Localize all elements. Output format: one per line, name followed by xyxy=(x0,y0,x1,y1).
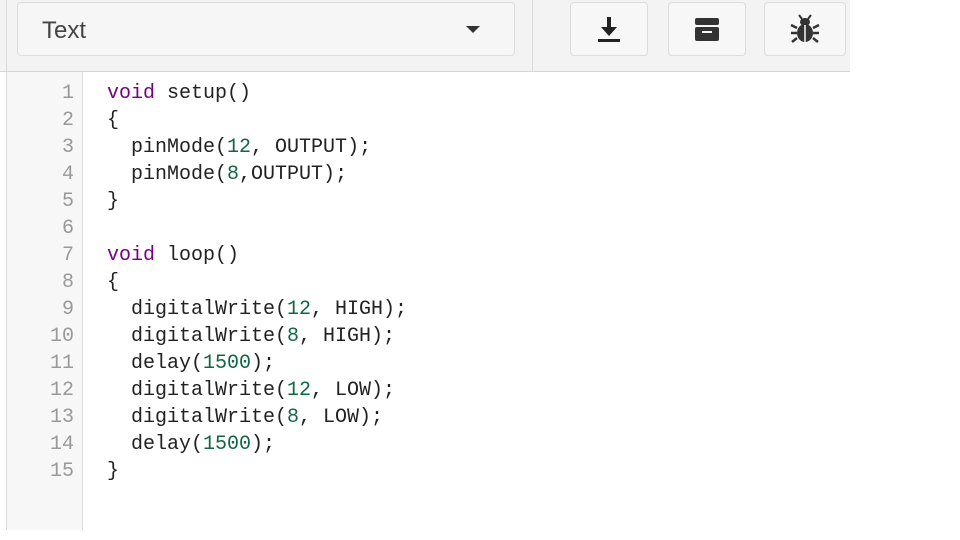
code-token: delay( xyxy=(107,433,204,456)
line-number: 10 xyxy=(49,325,74,348)
code-token: } xyxy=(107,190,120,213)
line-number-gutter: 1 2 3 4 5 6 7 8 9 10 11 12 13 14 15 xyxy=(7,72,83,530)
code-token: ); xyxy=(251,352,276,375)
keyword-token: void xyxy=(107,244,156,267)
editor-mode-dropdown[interactable]: Text xyxy=(17,2,515,56)
line-number: 14 xyxy=(49,433,74,456)
number-token: 1500 xyxy=(203,352,252,375)
code-token: digitalWrite( xyxy=(107,379,288,402)
code-line[interactable]: pinMode(12, OUTPUT); xyxy=(107,134,371,161)
line-number: 3 xyxy=(61,136,74,159)
serial-monitor-icon xyxy=(695,18,719,41)
number-token: 8 xyxy=(287,406,300,429)
debugger-button[interactable] xyxy=(764,2,846,56)
line-number: 8 xyxy=(61,271,74,294)
chevron-down-icon xyxy=(466,26,480,33)
line-number: 1 xyxy=(61,82,74,105)
serial-monitor-button[interactable] xyxy=(668,2,746,56)
code-token: , LOW); xyxy=(299,406,384,429)
number-token: 8 xyxy=(287,325,300,348)
line-number: 5 xyxy=(61,190,74,213)
number-token: 12 xyxy=(287,379,312,402)
code-token: pinMode( xyxy=(107,136,228,159)
line-number: 12 xyxy=(49,379,74,402)
code-token: digitalWrite( xyxy=(107,325,288,348)
code-token: { xyxy=(107,271,120,294)
code-token: setup() xyxy=(155,82,252,105)
editor-mode-label: Text xyxy=(42,17,87,44)
code-line[interactable]: pinMode(8,OUTPUT); xyxy=(107,161,347,188)
number-token: 8 xyxy=(227,163,240,186)
code-line[interactable]: void setup() xyxy=(107,80,251,107)
code-token: loop() xyxy=(155,244,240,267)
panel-edge xyxy=(6,0,7,72)
line-number: 6 xyxy=(61,217,74,240)
number-token: 1500 xyxy=(203,433,252,456)
code-token: digitalWrite( xyxy=(107,298,288,321)
code-token: } xyxy=(107,460,120,483)
code-token: pinMode( xyxy=(107,163,228,186)
line-number: 9 xyxy=(61,298,74,321)
code-token: , HIGH); xyxy=(311,298,408,321)
line-number: 15 xyxy=(49,460,74,483)
toolbar-divider xyxy=(532,0,533,72)
code-token: , OUTPUT); xyxy=(251,136,372,159)
keyword-token: void xyxy=(107,82,156,105)
bug-icon xyxy=(790,14,820,43)
code-line[interactable]: digitalWrite(8, LOW); xyxy=(107,404,383,431)
code-line[interactable]: digitalWrite(12, LOW); xyxy=(107,377,395,404)
code-token: ); xyxy=(251,433,276,456)
code-token: , LOW); xyxy=(311,379,396,402)
code-token: digitalWrite( xyxy=(107,406,288,429)
line-number: 11 xyxy=(49,352,74,375)
code-line[interactable]: delay(1500); xyxy=(107,431,275,458)
code-panel: Text 1 2 3 4 5 6 7 8 9 10 11 12 13 14 15… xyxy=(0,0,850,530)
code-line[interactable]: delay(1500); xyxy=(107,350,275,377)
line-number: 13 xyxy=(49,406,74,429)
number-token: 12 xyxy=(227,136,252,159)
line-number: 2 xyxy=(61,109,74,132)
number-token: 12 xyxy=(287,298,312,321)
code-line[interactable]: { xyxy=(107,107,119,134)
download-icon xyxy=(598,17,620,42)
code-editor[interactable]: 1 2 3 4 5 6 7 8 9 10 11 12 13 14 15 void setup(){ pinM… xyxy=(0,72,850,530)
code-line[interactable]: } xyxy=(107,458,119,485)
code-token: , HIGH); xyxy=(299,325,396,348)
line-number: 7 xyxy=(61,244,74,267)
code-line[interactable]: digitalWrite(12, HIGH); xyxy=(107,296,407,323)
code-token: ,OUTPUT); xyxy=(239,163,348,186)
code-line[interactable]: { xyxy=(107,269,119,296)
line-number: 4 xyxy=(61,163,74,186)
code-toolbar: Text xyxy=(0,0,850,72)
code-token: delay( xyxy=(107,352,204,375)
download-button[interactable] xyxy=(570,2,648,56)
code-line[interactable]: } xyxy=(107,188,119,215)
code-line[interactable]: digitalWrite(8, HIGH); xyxy=(107,323,395,350)
code-line[interactable]: void loop() xyxy=(107,242,239,269)
code-token: { xyxy=(107,109,120,132)
